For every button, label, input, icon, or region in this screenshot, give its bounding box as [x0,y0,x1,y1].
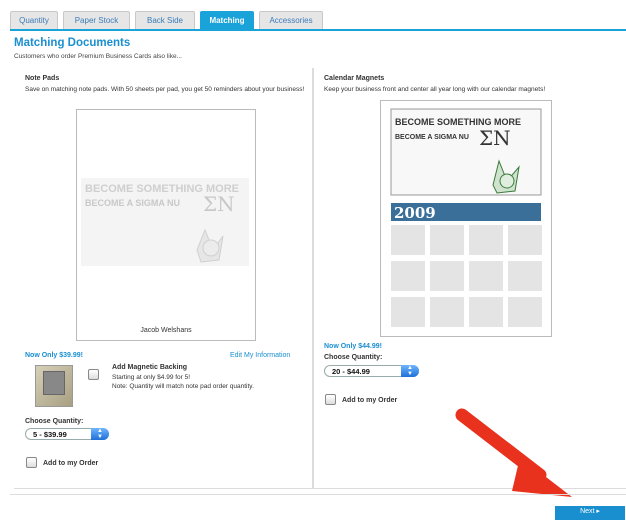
note-pad-name: Jacob Welshans [140,327,192,334]
tab-back-side[interactable]: Back Side [135,11,195,29]
magnet-thumbnail [35,365,73,407]
tab-paper-stock[interactable]: Paper Stock [63,11,130,29]
tab-underline [10,29,626,31]
tab-accessories[interactable]: Accessories [259,11,323,29]
magnetic-backing-title: Add Magnetic Backing [112,364,188,371]
red-arrow-icon [455,408,572,497]
select-arrows-icon: ▲ ▼ [91,428,109,440]
tab-bar: Quantity Paper Stock Back Side Matching … [10,11,323,29]
note-pads-price: Now Only $39.99! [25,352,83,359]
next-button[interactable]: Next ▸ [555,506,625,520]
note-pads-choose-label: Choose Quantity: [25,418,84,425]
magnetic-backing-checkbox[interactable] [88,369,99,380]
magnetic-backing-note: Note: Quantity will match note pad order… [112,383,254,390]
calendar-artwork: BECOME SOMETHING MORE BECOME A SIGMA NU … [390,108,542,327]
calendar-line2: BECOME A SIGMA NU [395,134,469,141]
next-button-label: Next [580,508,595,515]
note-pads-title: Note Pads [25,75,60,82]
page-title: Matching Documents [14,37,131,49]
edit-my-information-link[interactable]: Edit My Information [230,352,290,359]
calendar-add-label: Add to my Order [342,397,398,404]
calendar-magnet-preview: BECOME SOMETHING MORE BECOME A SIGMA NU … [380,100,552,337]
note-pad-preview: BECOME SOMETHING MORE BECOME A SIGMA NU … [76,109,256,341]
note-pads-add-checkbox[interactable] [26,457,37,468]
magnetic-backing-price: Starting at only $4.99 for 5! [112,374,191,381]
note-pad-letters: ΣN [203,192,235,216]
calendar-choose-label: Choose Quantity: [324,354,383,361]
calendar-letters: ΣN [479,126,511,150]
calendar-quantity-select[interactable]: 20 - $44.99 ▲ ▼ [324,365,419,377]
calendar-quantity-value: 20 - $44.99 [332,367,370,376]
page-subtitle: Customers who order Premium Business Car… [14,53,182,60]
tab-quantity[interactable]: Quantity [10,11,58,29]
note-pads-quantity-value: 5 - $39.99 [33,430,67,439]
calendar-months-grid [391,225,542,327]
calendar-magnets-description: Keep your business front and center all … [324,86,546,93]
note-pads-quantity-select[interactable]: 5 - $39.99 ▲ ▼ [25,428,109,440]
note-pads-add-label: Add to my Order [43,460,99,467]
calendar-magnets-price: Now Only $44.99! [324,343,382,350]
note-pad-line2: BECOME A SIGMA NU [85,198,180,208]
note-pad-artwork: BECOME SOMETHING MORE BECOME A SIGMA NU … [81,178,249,334]
calendar-magnets-title: Calendar Magnets [324,75,385,82]
calendar-year: 2009 [394,204,436,222]
tab-matching[interactable]: Matching [200,11,254,29]
magnet-thumbnail-inner [43,371,65,395]
note-pads-description: Save on matching note pads. With 50 shee… [25,86,305,93]
calendar-add-checkbox[interactable] [325,394,336,405]
bottom-divider [10,494,626,495]
select-arrows-icon: ▲ ▼ [401,365,419,377]
